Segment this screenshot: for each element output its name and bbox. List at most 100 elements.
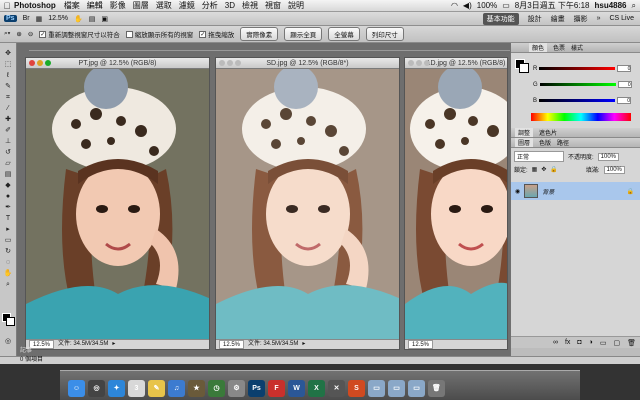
path-select-tool-icon[interactable]: ▸ [3,225,14,234]
type-tool-icon[interactable]: T [3,214,14,223]
zoom-all-checkbox[interactable]: 縮放顯示所有的視窗 [125,29,193,39]
tab-masks[interactable]: 遮色片 [539,128,557,137]
notes-icon[interactable]: ✎ [148,380,165,397]
menu-image[interactable]: 影像 [110,0,126,11]
document-size[interactable]: 文件: 34.5M/34.5M [248,340,298,349]
background-color-swatch[interactable] [6,317,15,326]
eraser-tool-icon[interactable]: ▱ [3,159,14,168]
lock-pixels-icon[interactable]: ▦ [532,166,538,173]
brush-tool-icon[interactable]: ✐ [3,126,14,135]
lock-all-icon[interactable]: 🔒 [550,166,557,173]
menu-help[interactable]: 說明 [288,0,304,11]
layer-background[interactable]: ◉ 背景 🔒 [511,182,640,200]
tab-styles[interactable]: 樣式 [571,43,583,52]
wifi-icon[interactable]: ◠ [451,1,458,10]
trash-icon[interactable]: 🗑 [428,380,445,397]
gradient-tool-icon[interactable]: ▤ [3,170,14,179]
new-group-icon[interactable]: ▭ [600,339,607,347]
add-mask-icon[interactable]: ◘ [577,339,581,346]
zoom-window-icon[interactable] [235,60,241,66]
preferences-icon[interactable]: ⚙ [228,380,245,397]
lasso-tool-icon[interactable]: ℓ [3,71,14,80]
menu-view[interactable]: 檢視 [242,0,258,11]
link-layers-icon[interactable]: ∞ [553,339,558,346]
workspace-photography[interactable]: 攝影 [574,14,588,24]
move-tool-icon[interactable]: ✥ [3,49,14,58]
3d-orbit-tool-icon[interactable]: ◌ [3,258,14,267]
stamp-tool-icon[interactable]: ⊥ [3,137,14,146]
close-icon[interactable] [408,60,414,66]
resize-windows-checkbox[interactable]: ✓ 重新調整視窗尺寸以符合 [39,29,120,39]
color-spectrum[interactable] [531,113,631,121]
dodge-tool-icon[interactable]: ● [3,192,14,201]
zoom-tool-icon[interactable]: ⌕ [3,280,14,289]
scrubby-zoom-checkbox[interactable]: ✓ 拖曳縮放 [199,29,234,39]
document-title-bar[interactable]: 1D.jpg @ 12.5% (RGB/8) [405,58,507,69]
trash-icon[interactable]: 🗑 [627,339,636,347]
zoom-out-icon[interactable]: ⊖ [28,30,33,38]
menu-edit[interactable]: 編輯 [87,0,103,11]
arrange-icon[interactable]: ▤ [89,15,96,23]
fill-screen-button[interactable]: 全螢幕 [328,27,360,41]
color-bg-swatch[interactable] [519,63,529,73]
zoom-in-icon[interactable]: ⊕ [16,30,21,38]
apple-icon[interactable]:  [0,1,14,11]
zoom-tool-icon[interactable]: ⌕▾ [4,30,10,38]
tab-swatches[interactable]: 色票 [553,43,565,52]
document-zoom-field[interactable]: 12.5% [219,340,245,349]
photo-canvas[interactable] [26,69,209,339]
finder-icon[interactable]: ☺ [68,380,85,397]
excel-icon[interactable]: X [308,380,325,397]
workspace-design[interactable]: 設計 [528,14,542,24]
folder2-icon[interactable]: ▭ [388,380,405,397]
zoom-select[interactable]: 12.5% [48,15,68,22]
quick-mask-icon[interactable]: ◎ [3,337,14,346]
tab-color[interactable]: 顏色 [529,43,548,52]
layer-name[interactable]: 背景 [542,187,554,196]
hand-tool-icon[interactable]: ✋ [74,15,83,23]
mini-bridge-icon[interactable]: ▦ [36,15,43,23]
eyedropper-tool-icon[interactable]: ⁄ [3,104,14,113]
photo-canvas[interactable] [216,69,399,339]
document-title-bar[interactable]: SD.jpg @ 12.5% (RGB/8*) [216,58,399,69]
word-icon[interactable]: W [288,380,305,397]
history-brush-icon[interactable]: ↺ [3,148,14,157]
opacity-field[interactable]: 100% [597,152,620,161]
user-name[interactable]: hsu4886 [594,1,626,10]
menu-3d[interactable]: 3D [225,1,235,10]
tab-channels[interactable]: 色版 [539,138,551,147]
slider-b-value[interactable]: 0 [617,97,632,104]
photo-canvas[interactable] [405,69,507,339]
zoom-window-icon[interactable] [45,60,51,66]
itunes-icon[interactable]: ♫ [168,380,185,397]
document-window-sd[interactable]: SD.jpg @ 12.5% (RGB/8*) 12.5% 文件: 34.5M/… [215,57,400,350]
document-window-1d[interactable]: 1D.jpg @ 12.5% (RGB/8) 12.5% [404,57,508,350]
screen-mode-icon[interactable]: ▣ [101,15,108,23]
document-size[interactable]: 文件: 34.5M/34.5M [58,340,108,349]
minimize-icon[interactable] [416,60,422,66]
menu-layer[interactable]: 圖層 [133,0,149,11]
blend-mode-select[interactable]: 正常 [514,151,564,162]
slider-b-track[interactable] [539,99,616,102]
zoom-window-icon[interactable] [424,60,430,66]
blur-tool-icon[interactable]: ◆ [3,181,14,190]
3d-rotate-tool-icon[interactable]: ↻ [3,247,14,256]
workspace-essentials[interactable]: 基本功能 [482,12,519,25]
pen-tool-icon[interactable]: ✒ [3,203,14,212]
lock-position-icon[interactable]: ✥ [541,166,546,173]
slider-g-track[interactable] [539,83,616,86]
menu-file[interactable]: 檔案 [64,0,80,11]
menu-window[interactable]: 視窗 [265,0,281,11]
minimize-icon[interactable] [227,60,233,66]
workspace-painting[interactable]: 繪畫 [551,14,565,24]
minimize-icon[interactable] [37,60,43,66]
tab-layers[interactable]: 圖層 [515,138,534,147]
cs-live[interactable]: CS Live [609,15,634,22]
document-window-pt[interactable]: PT.jpg @ 12.5% (RGB/8) 12.5% 文件: 34.5M/3… [25,57,210,350]
document-zoom-field[interactable]: 12.5% [408,340,434,349]
tools-icon[interactable]: ✕ [328,380,345,397]
print-size-button[interactable]: 列印尺寸 [365,27,404,41]
fit-screen-button[interactable]: 顯示全頁 [284,27,323,41]
slider-r-track[interactable] [539,67,616,70]
menu-select[interactable]: 選取 [156,0,172,11]
